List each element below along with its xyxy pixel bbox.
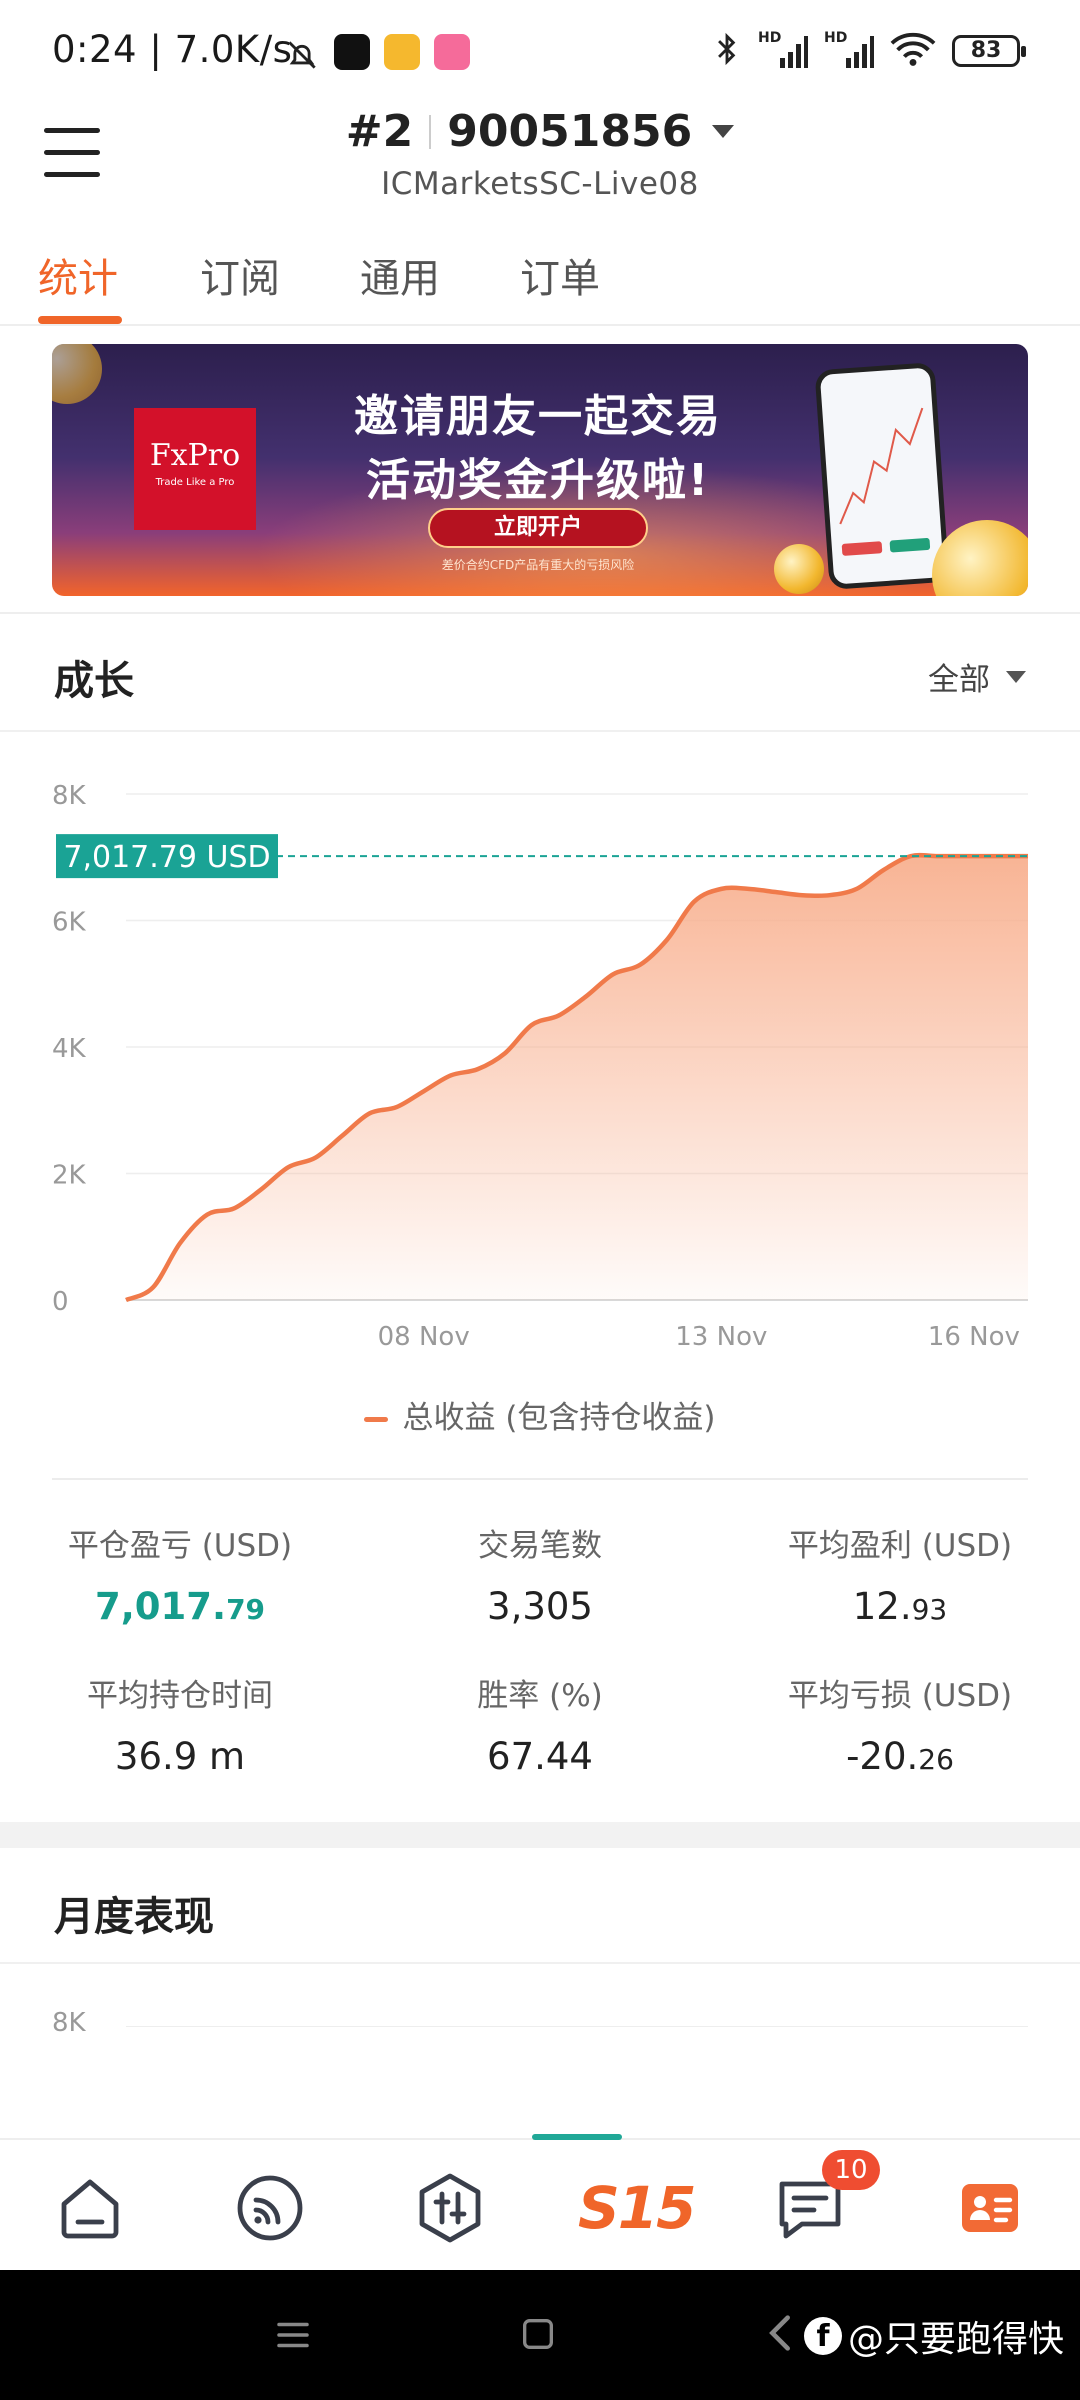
open-account-button[interactable]: 立即开户 (428, 508, 648, 548)
stat-value: 3,305 (487, 1585, 593, 1628)
chevron-down-icon (1006, 670, 1026, 683)
stat-win-rate: 胜率 (%) 67.44 (390, 1670, 690, 1778)
mail-app-icon (384, 34, 420, 70)
signals-label: S15 (578, 2174, 697, 2242)
wifi-icon (890, 31, 936, 71)
tab-statistics[interactable]: 统计 (38, 246, 118, 304)
trade-icon[interactable] (410, 2168, 490, 2248)
phone-illustration (814, 362, 950, 590)
tab-subscriptions[interactable]: 订阅 (200, 246, 280, 304)
home-system-icon[interactable] (518, 2314, 558, 2358)
legend-swatch (364, 1417, 389, 1422)
section-separator (0, 1822, 1080, 1848)
stat-closed-pnl: 平仓盈亏 (USD) 7,017.79 (30, 1520, 330, 1628)
growth-section-title: 成长 (54, 658, 134, 704)
y-tick-label: 6K (52, 908, 87, 938)
monthly-y-tick: 8K (52, 2008, 86, 2038)
bluetooth-icon (712, 30, 742, 72)
range-dropdown[interactable]: 全部 (928, 654, 1026, 699)
x-tick-label: 16 Nov (928, 1322, 1020, 1352)
account-number: 90051856 (447, 106, 693, 157)
divider (429, 114, 432, 149)
tab-bar: 统计 订阅 通用 订单 (0, 240, 1080, 326)
stat-value: 36.9 m (114, 1735, 246, 1778)
stat-value: 7,017.79 (94, 1585, 266, 1628)
growth-chart[interactable]: 0 2K 4K 6K 8K 08 Nov 13 Nov 16 Nov 7,017.79 USD (0, 760, 1080, 1360)
y-tick-label: 8K (52, 781, 87, 811)
account-icon[interactable] (950, 2168, 1030, 2248)
active-nav-indicator (532, 2134, 622, 2140)
monthly-section-title: 月度表现 (54, 1894, 214, 1940)
facebook-icon: f (803, 2317, 842, 2355)
stat-value: 67.44 (487, 1735, 593, 1778)
y-tick-label: 4K (52, 1034, 87, 1064)
signal-1-icon: HD (758, 30, 808, 70)
stat-label: 平仓盈亏 (USD) (67, 1528, 293, 1564)
unread-badge: 10 (822, 2150, 880, 2190)
status-time: 0:24 | 7.0K/s (52, 28, 293, 71)
stat-value: 12.93 (852, 1585, 948, 1628)
divider (52, 1478, 1028, 1480)
battery-indicator: 83 (952, 35, 1026, 67)
banner-risk-note: 差价合约CFD产品有重大的亏损风险 (441, 558, 635, 572)
account-selector[interactable]: #2 90051856 (0, 106, 1080, 157)
watermark-text: @只要跑得快 (847, 2319, 1064, 2360)
promo-banner[interactable]: FxPro Trade Like a Pro 邀请朋友一起交易 活动奖金升级啦!… (52, 344, 1028, 596)
stat-avg-hold-time: 平均持仓时间 36.9 m (30, 1670, 330, 1778)
tiktok-app-icon (334, 34, 370, 70)
legend-label: 总收益 (包含持仓收益) (402, 1400, 716, 1436)
monthly-gridline (126, 2026, 1028, 2027)
bilibili-app-icon (434, 34, 470, 70)
stat-label: 平均持仓时间 (87, 1678, 273, 1714)
server-name: ICMarketsSC-Live08 (381, 166, 699, 202)
stat-label: 平均亏损 (USD) (787, 1678, 1013, 1714)
stat-value: -20.26 (846, 1735, 954, 1778)
y-tick-label: 2K (52, 1161, 87, 1191)
tab-general[interactable]: 通用 (360, 246, 440, 304)
recent-apps-icon[interactable] (272, 2314, 314, 2360)
signal-2-icon: HD (824, 30, 874, 70)
fxpro-logo: FxPro Trade Like a Pro (134, 408, 256, 530)
back-icon[interactable] (764, 2310, 796, 2360)
divider (0, 612, 1080, 614)
divider (0, 730, 1080, 732)
mute-bell-icon (283, 36, 321, 78)
stat-avg-profit: 平均盈利 (USD) 12.93 (750, 1520, 1050, 1628)
coin-icon (52, 344, 102, 404)
stat-trade-count: 交易笔数 3,305 (390, 1520, 690, 1628)
watermark: f @只要跑得快 (803, 2310, 1064, 2362)
current-value-label: 7,017.79 USD (63, 840, 270, 875)
account-index: #2 (345, 106, 414, 157)
status-bar: 0:24 | 7.0K/s HD HD 83 (0, 0, 1080, 100)
banner-headline: 邀请朋友一起交易 (354, 391, 722, 442)
coin-icon (774, 544, 824, 594)
feed-icon[interactable] (230, 2168, 310, 2248)
tab-orders[interactable]: 订单 (520, 246, 600, 304)
divider (0, 1962, 1080, 1964)
stat-label: 平均盈利 (USD) (787, 1528, 1013, 1564)
home-icon[interactable] (50, 2168, 130, 2248)
chevron-down-icon (712, 125, 735, 138)
chart-legend[interactable]: 总收益 (包含持仓收益) (0, 1392, 1080, 1437)
active-tab-indicator (38, 316, 122, 324)
stat-avg-loss: 平均亏损 (USD) -20.26 (750, 1670, 1050, 1778)
stat-label: 交易笔数 (478, 1528, 602, 1564)
bottom-nav (0, 2138, 1080, 2270)
x-tick-label: 13 Nov (675, 1322, 767, 1352)
signals-icon[interactable]: S15 (578, 2168, 697, 2248)
banner-subheadline: 活动奖金升级啦! (365, 455, 711, 506)
x-tick-label: 08 Nov (378, 1322, 470, 1352)
y-tick-label: 0 (52, 1287, 69, 1317)
series-area (126, 855, 1028, 1300)
stat-label: 胜率 (%) (477, 1678, 603, 1714)
range-dropdown-value: 全部 (928, 662, 990, 698)
